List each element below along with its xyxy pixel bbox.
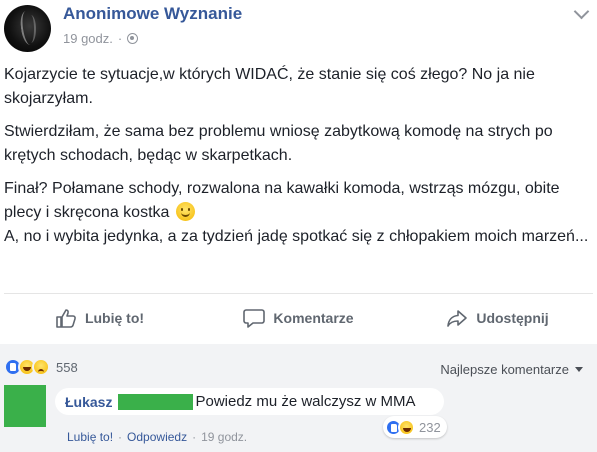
comment-bubble: Łukasz Powiedz mu że walczysz w MMA [55, 388, 444, 415]
post-paragraph: Finał? Połamane schody, rozwalona na kaw… [4, 177, 589, 225]
post-action-bar: Lubię to! Komentarze Udostępnij [0, 296, 597, 340]
meta-separator: · [117, 31, 123, 46]
reaction-count: 558 [56, 359, 78, 375]
comment-reaction-count: 232 [419, 419, 441, 435]
globe-icon [127, 33, 139, 44]
comment-text: Powiedz mu że walczysz w MMA [195, 393, 416, 410]
like-button-label: Lubię to! [84, 310, 145, 326]
post-paragraph: Stwierdziłam, że sama bez problemu wnios… [4, 123, 553, 164]
post-body: Kojarzycie te sytuacje,w których WIDAĆ, … [4, 63, 589, 258]
comment-reply-link[interactable]: Odpowiedz [127, 430, 187, 444]
post-meta: 19 godz. · [63, 31, 139, 46]
separator: · [118, 430, 123, 444]
haha-icon [398, 418, 415, 436]
sad-icon [32, 358, 50, 376]
post-header: Anonimowe Wyznanie 19 godz. · [0, 0, 597, 56]
divider [4, 293, 593, 294]
separator: · [192, 430, 197, 444]
post-paragraph: A, no i wybita jedynka, a za tydzień jad… [4, 228, 589, 245]
caret-down-icon [575, 367, 583, 372]
share-icon [447, 310, 468, 327]
post-author-link[interactable]: Anonimowe Wyznanie [63, 4, 242, 24]
comment-reactions[interactable]: 232 [383, 416, 447, 438]
comments-section: 558 Najlepsze komentarze Łukasz Powiedz … [0, 344, 597, 452]
comment-author-link[interactable]: Łukasz [65, 394, 112, 410]
comment-button[interactable]: Komentarze [199, 296, 398, 340]
post-paragraph-text: Finał? Połamane schody, rozwalona na kaw… [4, 180, 560, 221]
comment-icon [243, 309, 266, 328]
thumbs-up-icon [56, 309, 76, 328]
post-timestamp[interactable]: 19 godz. [63, 31, 113, 46]
commenter-avatar[interactable] [4, 385, 46, 427]
comment-button-label: Komentarze [273, 310, 354, 326]
comment-like-link[interactable]: Lubię to! [67, 430, 113, 444]
sort-label: Najlepsze komentarze [440, 362, 569, 377]
reactions-summary[interactable]: 558 [4, 358, 78, 376]
chevron-down-icon[interactable] [573, 3, 590, 20]
comment-sort-dropdown[interactable]: Najlepsze komentarze [440, 362, 583, 377]
like-button[interactable]: Lubię to! [0, 296, 199, 340]
comment-timestamp[interactable]: 19 godz. [201, 430, 247, 444]
post-paragraph: Kojarzycie te sytuacje,w których WIDAĆ, … [4, 66, 535, 107]
share-button[interactable]: Udostępnij [398, 296, 597, 340]
comment-actions: Lubię to! · Odpowiedz · 19 godz. [67, 430, 247, 444]
page-avatar[interactable] [4, 5, 51, 52]
redacted-surname [118, 393, 194, 410]
share-button-label: Udostępnij [476, 310, 549, 326]
smile-emoji-icon [175, 202, 195, 221]
